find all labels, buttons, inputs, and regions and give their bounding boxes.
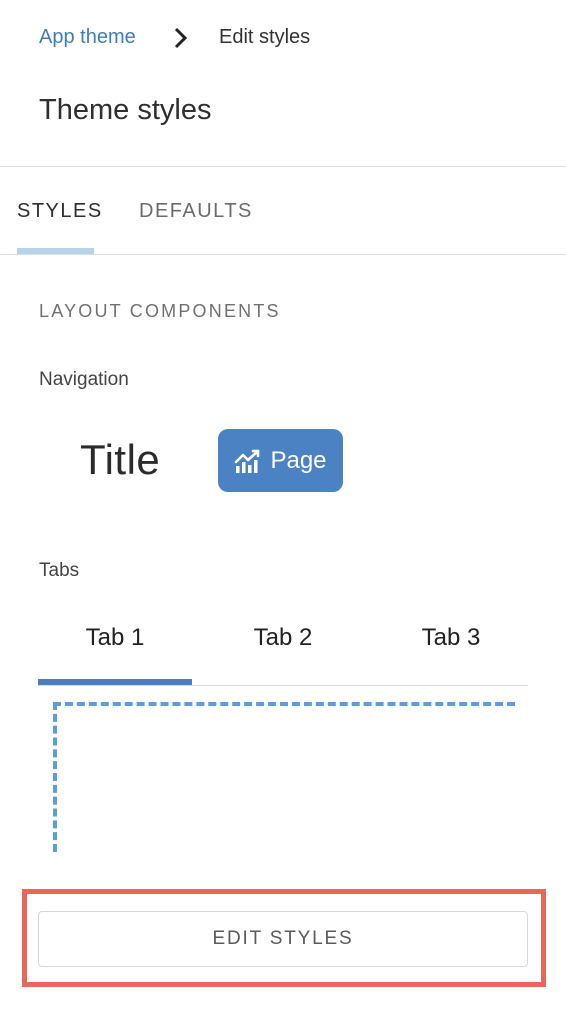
section-heading: LAYOUT COMPONENTS	[39, 301, 281, 321]
breadcrumb-app-theme-link[interactable]: App theme	[39, 26, 136, 49]
navigation-preview-title: Title	[80, 436, 161, 483]
tab-defaults[interactable]: DEFAULTS	[139, 200, 253, 223]
divider	[0, 166, 566, 167]
dashed-preview-border-left	[53, 702, 57, 852]
breadcrumb-current: Edit styles	[219, 26, 311, 48]
edit-styles-button[interactable]: EDIT STYLES	[38, 911, 528, 967]
chart-line-icon	[234, 448, 262, 474]
divider	[0, 254, 566, 255]
tab-styles[interactable]: STYLES	[17, 200, 103, 223]
dashed-preview-border-top	[53, 702, 515, 706]
page-nav-button[interactable]: Page	[218, 429, 343, 492]
preview-tab-divider	[38, 685, 528, 686]
preview-tab-3[interactable]: Tab 3	[374, 624, 528, 652]
page-title: Theme styles	[39, 94, 212, 126]
preview-tab-1[interactable]: Tab 1	[38, 624, 192, 652]
navigation-label: Navigation	[39, 369, 129, 390]
tabs-label: Tabs	[39, 560, 80, 581]
preview-tab-2[interactable]: Tab 2	[206, 624, 360, 652]
chevron-right-icon	[172, 26, 190, 50]
page-nav-button-label: Page	[270, 446, 327, 474]
